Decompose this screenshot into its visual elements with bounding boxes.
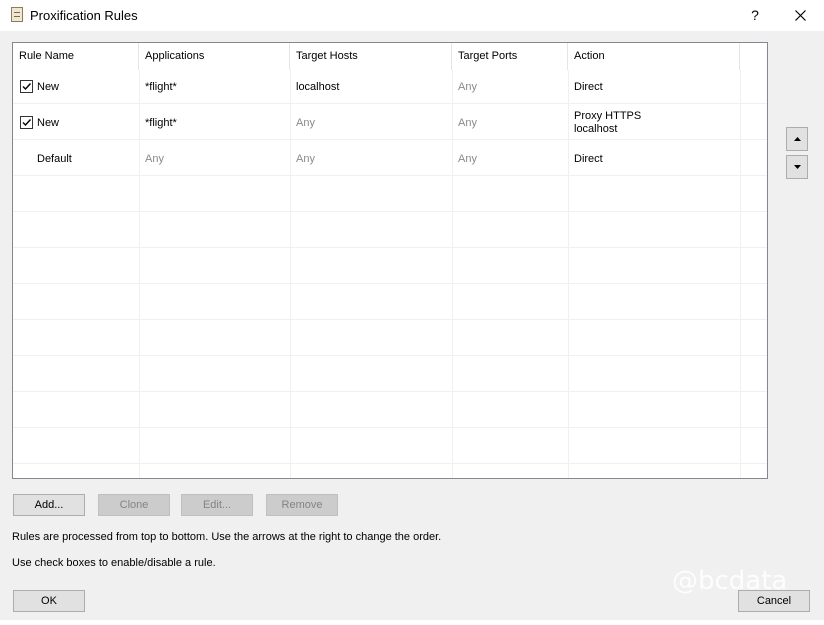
close-icon — [794, 10, 806, 21]
edit-rule-button[interactable]: Edit... — [181, 494, 253, 516]
arrow-down-icon — [793, 165, 801, 169]
rule-target-ports: Any — [458, 81, 477, 93]
rule-applications: *flight* — [145, 81, 177, 93]
rule-target-hosts: Any — [296, 117, 315, 129]
grid-line — [13, 391, 767, 392]
rule-target-ports: Any — [458, 153, 477, 165]
rule-applications: Any — [145, 153, 164, 165]
ok-button[interactable]: OK — [13, 590, 85, 612]
column-header-target-hosts[interactable]: Target Hosts — [290, 43, 452, 70]
table-row[interactable]: New *flight* localhost Any Direct — [13, 70, 740, 103]
table-row[interactable]: Default Any Any Any Direct — [13, 140, 740, 175]
column-header-applications[interactable]: Applications — [139, 43, 290, 70]
checkbox-hint-text: Use check boxes to enable/disable a rule… — [12, 557, 216, 569]
order-hint-text: Rules are processed from top to bottom. … — [12, 531, 442, 543]
grid-line — [13, 211, 767, 212]
rules-list[interactable]: Rule Name Applications Target Hosts Targ… — [12, 42, 768, 479]
rule-target-ports: Any — [458, 117, 477, 129]
rule-action: Direct — [574, 153, 603, 165]
rule-action-proxy: localhost — [574, 123, 618, 135]
grid-line — [13, 283, 767, 284]
rule-target-hosts: localhost — [296, 81, 340, 93]
move-down-button[interactable] — [786, 155, 808, 179]
rule-action: Proxy HTTPS — [574, 110, 642, 122]
table-row[interactable]: New *flight* Any Any Proxy HTTPS localho… — [13, 104, 740, 139]
rule-name: New — [37, 81, 60, 93]
column-header-rule-name[interactable]: Rule Name — [13, 43, 139, 70]
grid-line — [13, 175, 767, 176]
rule-target-hosts: Any — [296, 153, 315, 165]
close-button[interactable] — [782, 0, 818, 31]
remove-rule-button[interactable]: Remove — [266, 494, 338, 516]
grid-line — [13, 319, 767, 320]
grid-line — [13, 427, 767, 428]
column-header-action[interactable]: Action — [568, 43, 740, 70]
column-header-target-ports[interactable]: Target Ports — [452, 43, 568, 70]
rule-name: Default — [37, 153, 72, 165]
grid-line — [13, 355, 767, 356]
rule-applications: *flight* — [145, 117, 177, 129]
grid-line — [740, 70, 741, 478]
rules-document-icon — [11, 7, 23, 22]
title-bar: Proxification Rules ? — [0, 0, 824, 31]
window-title: Proxification Rules — [30, 8, 138, 23]
grid-line — [13, 247, 767, 248]
help-button[interactable]: ? — [738, 0, 772, 31]
window-bottom-edge — [0, 620, 824, 625]
clone-rule-button[interactable]: Clone — [98, 494, 170, 516]
grid-line — [13, 463, 767, 464]
move-up-button[interactable] — [786, 127, 808, 151]
cancel-button[interactable]: Cancel — [738, 590, 810, 612]
add-rule-button[interactable]: Add... — [13, 494, 85, 516]
arrow-up-icon — [793, 137, 801, 141]
rule-action: Direct — [574, 81, 603, 93]
rule-name: New — [37, 117, 60, 129]
